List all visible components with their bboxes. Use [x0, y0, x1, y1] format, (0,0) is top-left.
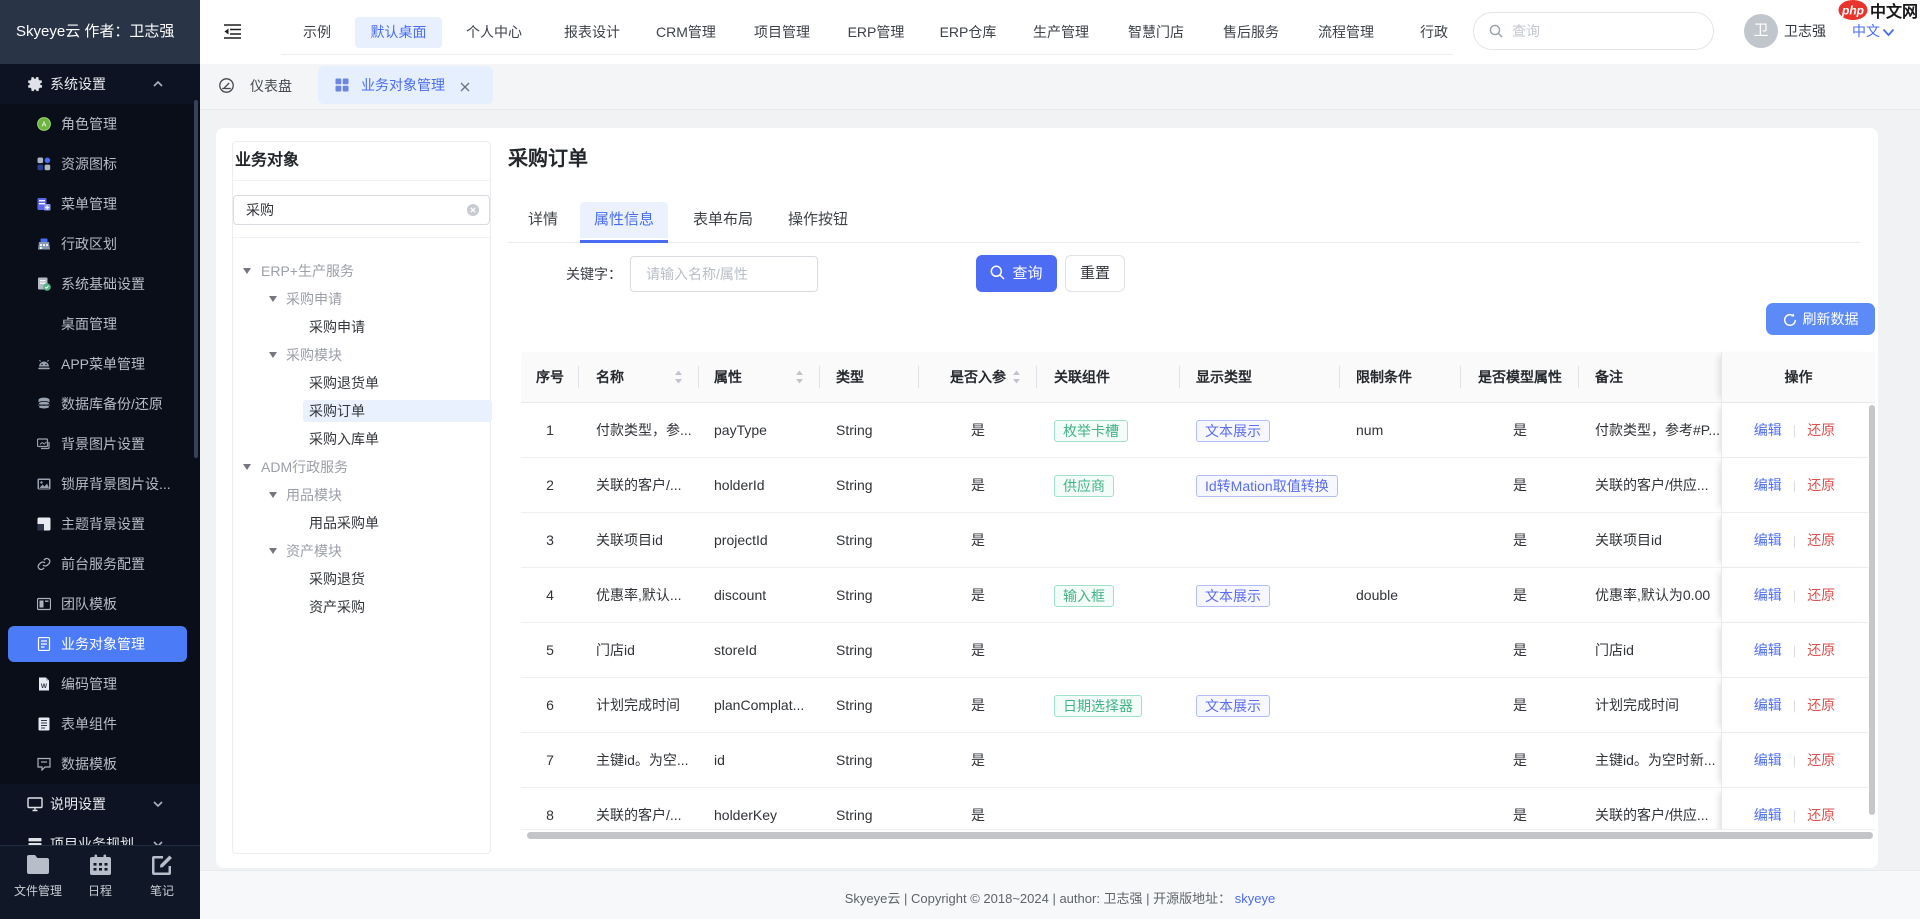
svg-text:W: W — [41, 683, 48, 690]
svg-text:A: A — [42, 122, 47, 129]
svg-text:php: php — [1841, 4, 1864, 18]
svg-text:中文网: 中文网 — [1870, 2, 1918, 21]
